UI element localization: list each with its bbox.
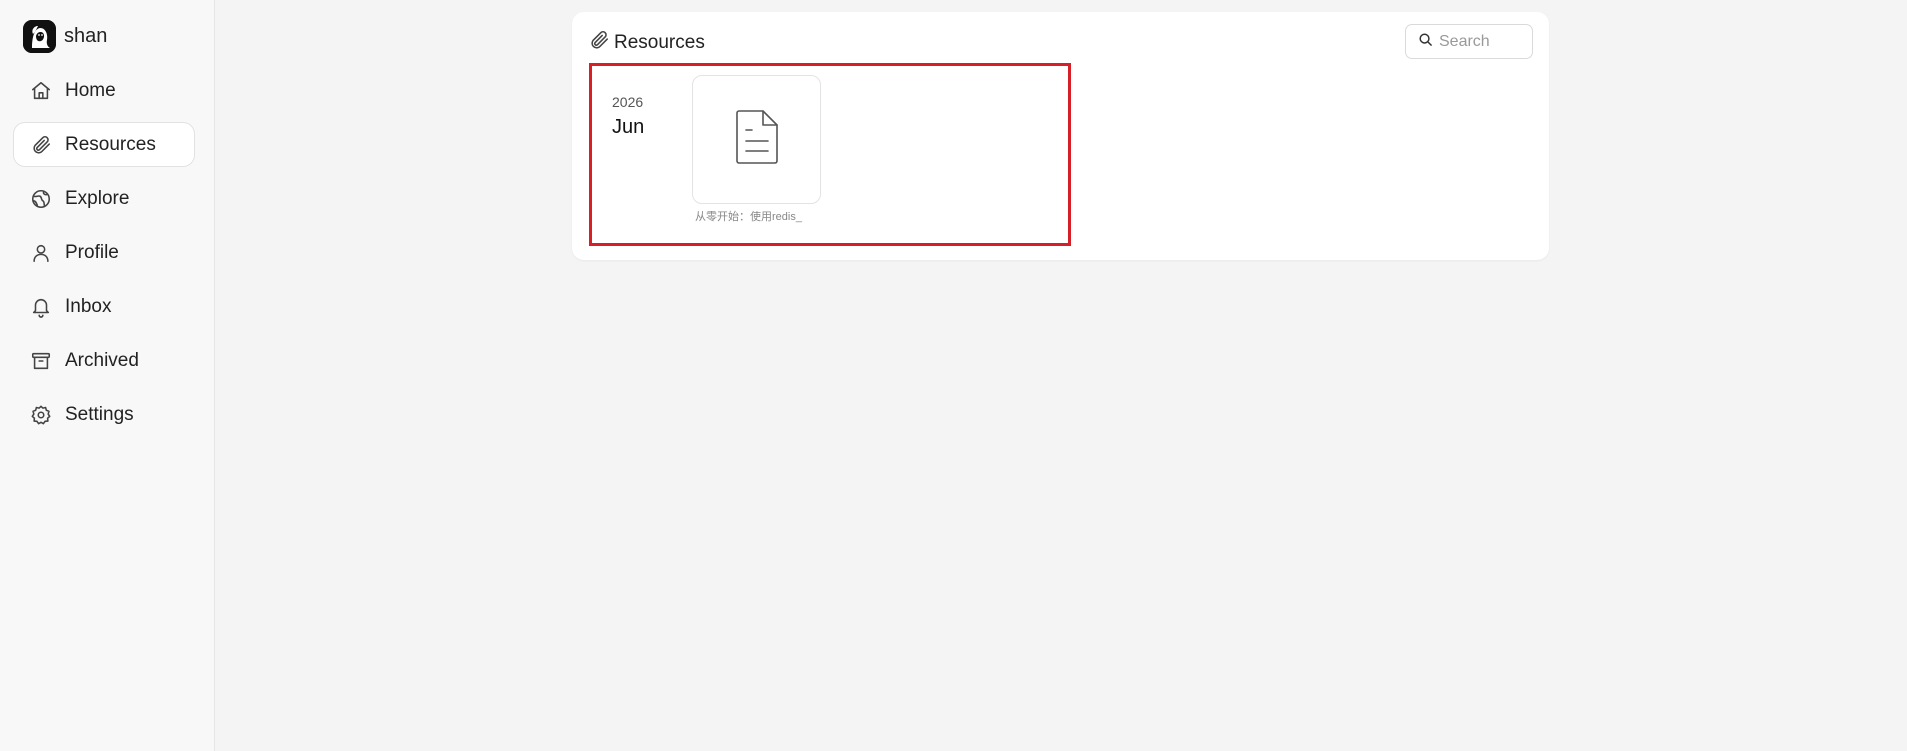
avatar-portrait-icon[interactable] [23, 19, 56, 53]
sidebar-item-label: Explore [65, 187, 130, 209]
user-header[interactable]: shan [23, 19, 107, 53]
highlight-box [589, 63, 1071, 246]
sidebar: shan Home Resources Explore Profile Inbo… [0, 0, 215, 751]
sidebar-item-archived[interactable]: Archived [13, 338, 195, 383]
card-header: Resources [588, 29, 705, 56]
document-icon [733, 108, 781, 171]
sidebar-item-label: Resources [65, 133, 156, 155]
home-icon [29, 79, 53, 103]
username: shan [64, 24, 108, 47]
sidebar-nav: Home Resources Explore Profile Inbox Arc… [13, 68, 195, 446]
sidebar-item-label: Inbox [65, 295, 112, 317]
paperclip-icon [588, 29, 610, 56]
search-icon [1418, 32, 1433, 52]
sidebar-item-explore[interactable]: Explore [13, 176, 195, 221]
sidebar-item-label: Home [65, 79, 116, 101]
file-name[interactable]: 从零开始：使用redis_ [695, 208, 817, 224]
sidebar-item-resources[interactable]: Resources [13, 122, 195, 167]
sidebar-item-settings[interactable]: Settings [13, 392, 195, 437]
sidebar-item-label: Settings [65, 403, 134, 425]
sidebar-item-profile[interactable]: Profile [13, 230, 195, 275]
sidebar-item-home[interactable]: Home [13, 68, 195, 113]
page-title: Resources [614, 31, 705, 53]
date-group: 2026 Jun [612, 93, 644, 139]
sidebar-item-inbox[interactable]: Inbox [13, 284, 195, 329]
bell-icon [29, 295, 53, 319]
sidebar-item-label: Profile [65, 241, 119, 263]
app-root: shan Home Resources Explore Profile Inbo… [0, 0, 1907, 751]
search-box[interactable] [1405, 24, 1533, 59]
file-tile[interactable] [692, 75, 821, 204]
search-input[interactable] [1439, 32, 1529, 51]
archive-icon [29, 349, 53, 373]
sidebar-item-label: Archived [65, 349, 139, 371]
globe-icon [29, 187, 53, 211]
user-icon [29, 241, 53, 265]
paperclip-icon [29, 133, 53, 157]
gear-icon [29, 403, 53, 427]
group-month: Jun [612, 116, 645, 138]
group-year: 2026 [612, 94, 644, 110]
